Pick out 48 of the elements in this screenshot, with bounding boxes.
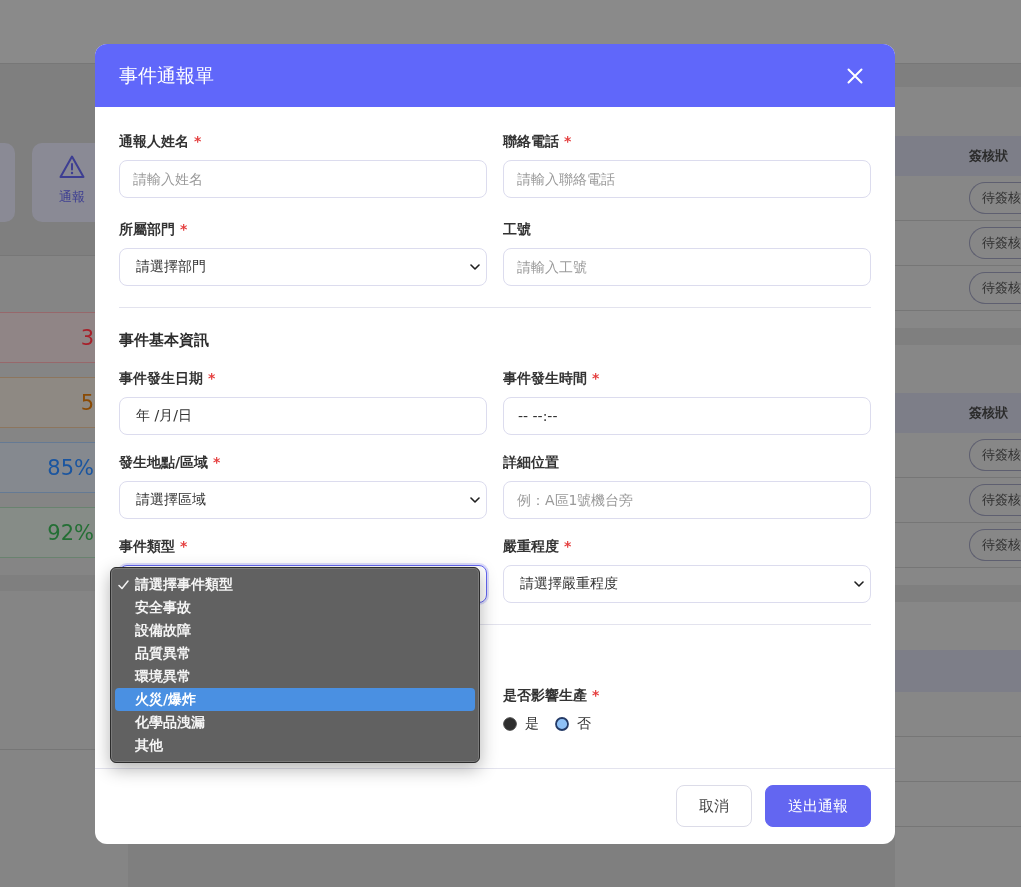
close-icon [847, 67, 863, 84]
radio-label: 否 [577, 715, 591, 733]
field-label: 所屬部門 * [119, 220, 188, 239]
dropdown-option[interactable]: 請選擇事件類型 [115, 573, 475, 596]
radio-button[interactable] [503, 717, 517, 731]
date-field[interactable]: 年 /月/日 [119, 397, 487, 435]
text-input[interactable]: 請輸入工號 [503, 248, 871, 286]
close-button[interactable] [847, 67, 863, 84]
field-label: 事件類型 * [119, 537, 188, 556]
chevron-down-icon [470, 497, 480, 503]
text-input[interactable]: 請輸入姓名 [119, 160, 487, 198]
column-header: 簽核狀 [969, 147, 1008, 165]
dropdown-option[interactable]: 化學品洩漏 [115, 711, 475, 734]
select-field[interactable]: 請選擇嚴重程度 [503, 565, 871, 603]
field-label: 嚴重程度 * [503, 537, 572, 556]
field-label: 事件發生時間 * [503, 369, 600, 388]
stat-value: 3 [80, 325, 94, 350]
time-field[interactable]: -- --:-- [503, 397, 871, 435]
field-label: 事件發生日期 * [119, 369, 216, 388]
text-input[interactable]: 請輸入聯絡電話 [503, 160, 871, 198]
dropdown-option[interactable]: 其他 [115, 734, 475, 757]
column-header: 簽核狀 [969, 404, 1008, 422]
dropdown-option[interactable]: 設備故障 [115, 619, 475, 642]
field-label: 是否影響生產 * [503, 686, 600, 705]
field-label: 通報人姓名 * [119, 132, 202, 151]
chevron-down-icon [854, 581, 864, 587]
stat-value: 92% [47, 520, 94, 545]
radio-label: 是 [525, 715, 539, 733]
field-label: 發生地點/區域 * [119, 453, 221, 472]
cancel-button[interactable]: 取消 [676, 785, 752, 827]
dropdown-option[interactable]: 環境異常 [115, 665, 475, 688]
dropdown-option[interactable]: 火災/爆炸 [115, 688, 475, 711]
stat-value: 5 [80, 390, 94, 415]
modal-title: 事件通報單 [119, 62, 214, 88]
field-label: 聯絡電話 * [503, 132, 572, 151]
stat-value: 85% [47, 455, 94, 480]
select-field[interactable]: 請選擇區域 [119, 481, 487, 519]
warning-icon [59, 155, 85, 179]
field-label: 工號 [503, 220, 531, 239]
section-title: 事件基本資訊 [119, 330, 210, 351]
field-label: 詳細位置 [503, 453, 559, 472]
text-input[interactable]: 例：A區1號機台旁 [503, 481, 871, 519]
dropdown-option[interactable]: 安全事故 [115, 596, 475, 619]
dropdown-option[interactable]: 品質異常 [115, 642, 475, 665]
submit-button[interactable]: 送出通報 [765, 785, 871, 827]
radio-button[interactable] [555, 717, 569, 731]
chevron-down-icon [470, 264, 480, 270]
select-field[interactable]: 請選擇部門 [119, 248, 487, 286]
